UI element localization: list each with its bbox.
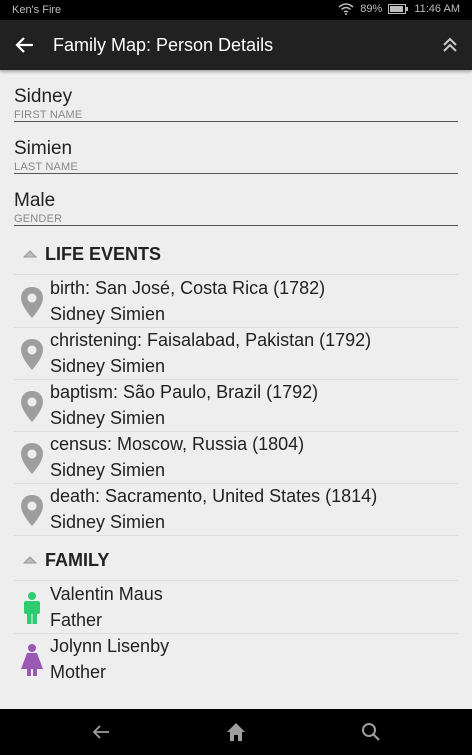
clock: 11:46 AM: [414, 3, 460, 15]
map-pin-icon: [21, 391, 43, 422]
last-name-value: Simien: [14, 138, 73, 159]
life-event-item[interactable]: death: Sacramento, United States (1814) …: [14, 483, 458, 536]
family-member-relation: Father: [50, 610, 103, 630]
system-nav-bar: [0, 709, 472, 755]
event-person: Sidney Simien: [50, 356, 166, 376]
battery-icon: [388, 4, 409, 14]
first-name-field: Sidney FIRST NAME: [14, 86, 458, 122]
page-title: Family Map: Person Details: [53, 35, 274, 55]
family-member-relation: Mother: [50, 662, 107, 682]
first-name-label: FIRST NAME: [14, 109, 83, 121]
expand-caret-icon: [22, 556, 38, 564]
event-description: baptism: São Paulo, Brazil (1792): [50, 382, 319, 402]
device-name: Ken's Fire: [12, 4, 62, 16]
nav-back-icon[interactable]: [90, 721, 112, 743]
family-member-item[interactable]: Valentin Maus Father: [14, 581, 458, 634]
event-description: birth: San José, Costa Rica (1782): [50, 278, 326, 298]
life-events-title: LIFE EVENTS: [45, 243, 162, 264]
male-icon: [24, 592, 40, 624]
wifi-icon: [338, 3, 354, 15]
last-name-label: LAST NAME: [14, 161, 78, 173]
event-description: christening: Faisalabad, Pakistan (1792): [50, 330, 372, 350]
map-pin-icon: [21, 443, 43, 474]
life-event-item[interactable]: baptism: São Paulo, Brazil (1792) Sidney…: [14, 379, 458, 432]
first-name-value: Sidney: [14, 86, 73, 107]
event-person: Sidney Simien: [50, 460, 166, 480]
gender-label: GENDER: [14, 213, 63, 225]
life-events-header[interactable]: LIFE EVENTS: [14, 234, 458, 275]
family-member-name: Jolynn Lisenby: [50, 636, 170, 656]
home-icon[interactable]: [225, 721, 247, 743]
gender-field: Male GENDER: [14, 190, 458, 226]
battery-percent: 89%: [360, 3, 383, 15]
person-details: Sidney FIRST NAME Simien LAST NAME Male …: [0, 70, 472, 710]
family-member-name: Valentin Maus: [50, 584, 163, 604]
expand-caret-icon: [22, 250, 38, 258]
status-bar: Ken's Fire 89% 11:46 AM: [0, 0, 472, 20]
event-description: census: Moscow, Russia (1804): [50, 434, 305, 454]
family-header[interactable]: FAMILY: [14, 540, 458, 581]
life-event-item[interactable]: christening: Faisalabad, Pakistan (1792)…: [14, 327, 458, 380]
gender-value: Male: [14, 190, 56, 211]
female-icon: [21, 644, 43, 676]
event-person: Sidney Simien: [50, 512, 166, 532]
event-person: Sidney Simien: [50, 408, 166, 428]
last-name-field: Simien LAST NAME: [14, 138, 458, 174]
double-chevron-up-icon[interactable]: [442, 36, 458, 54]
life-event-item[interactable]: birth: San José, Costa Rica (1782) Sidne…: [14, 275, 458, 328]
event-person: Sidney Simien: [50, 304, 166, 324]
map-pin-icon: [21, 495, 43, 526]
event-description: death: Sacramento, United States (1814): [50, 486, 378, 506]
map-pin-icon: [21, 339, 43, 370]
life-event-item[interactable]: census: Moscow, Russia (1804) Sidney Sim…: [14, 431, 458, 484]
app-bar: Family Map: Person Details: [0, 20, 472, 70]
back-arrow-icon[interactable]: [14, 34, 36, 56]
status-indicators: 89% 11:46 AM: [338, 3, 460, 15]
family-member-item[interactable]: Jolynn Lisenby Mother: [14, 633, 458, 685]
family-title: FAMILY: [45, 549, 110, 570]
search-icon[interactable]: [360, 721, 382, 743]
map-pin-icon: [21, 287, 43, 318]
